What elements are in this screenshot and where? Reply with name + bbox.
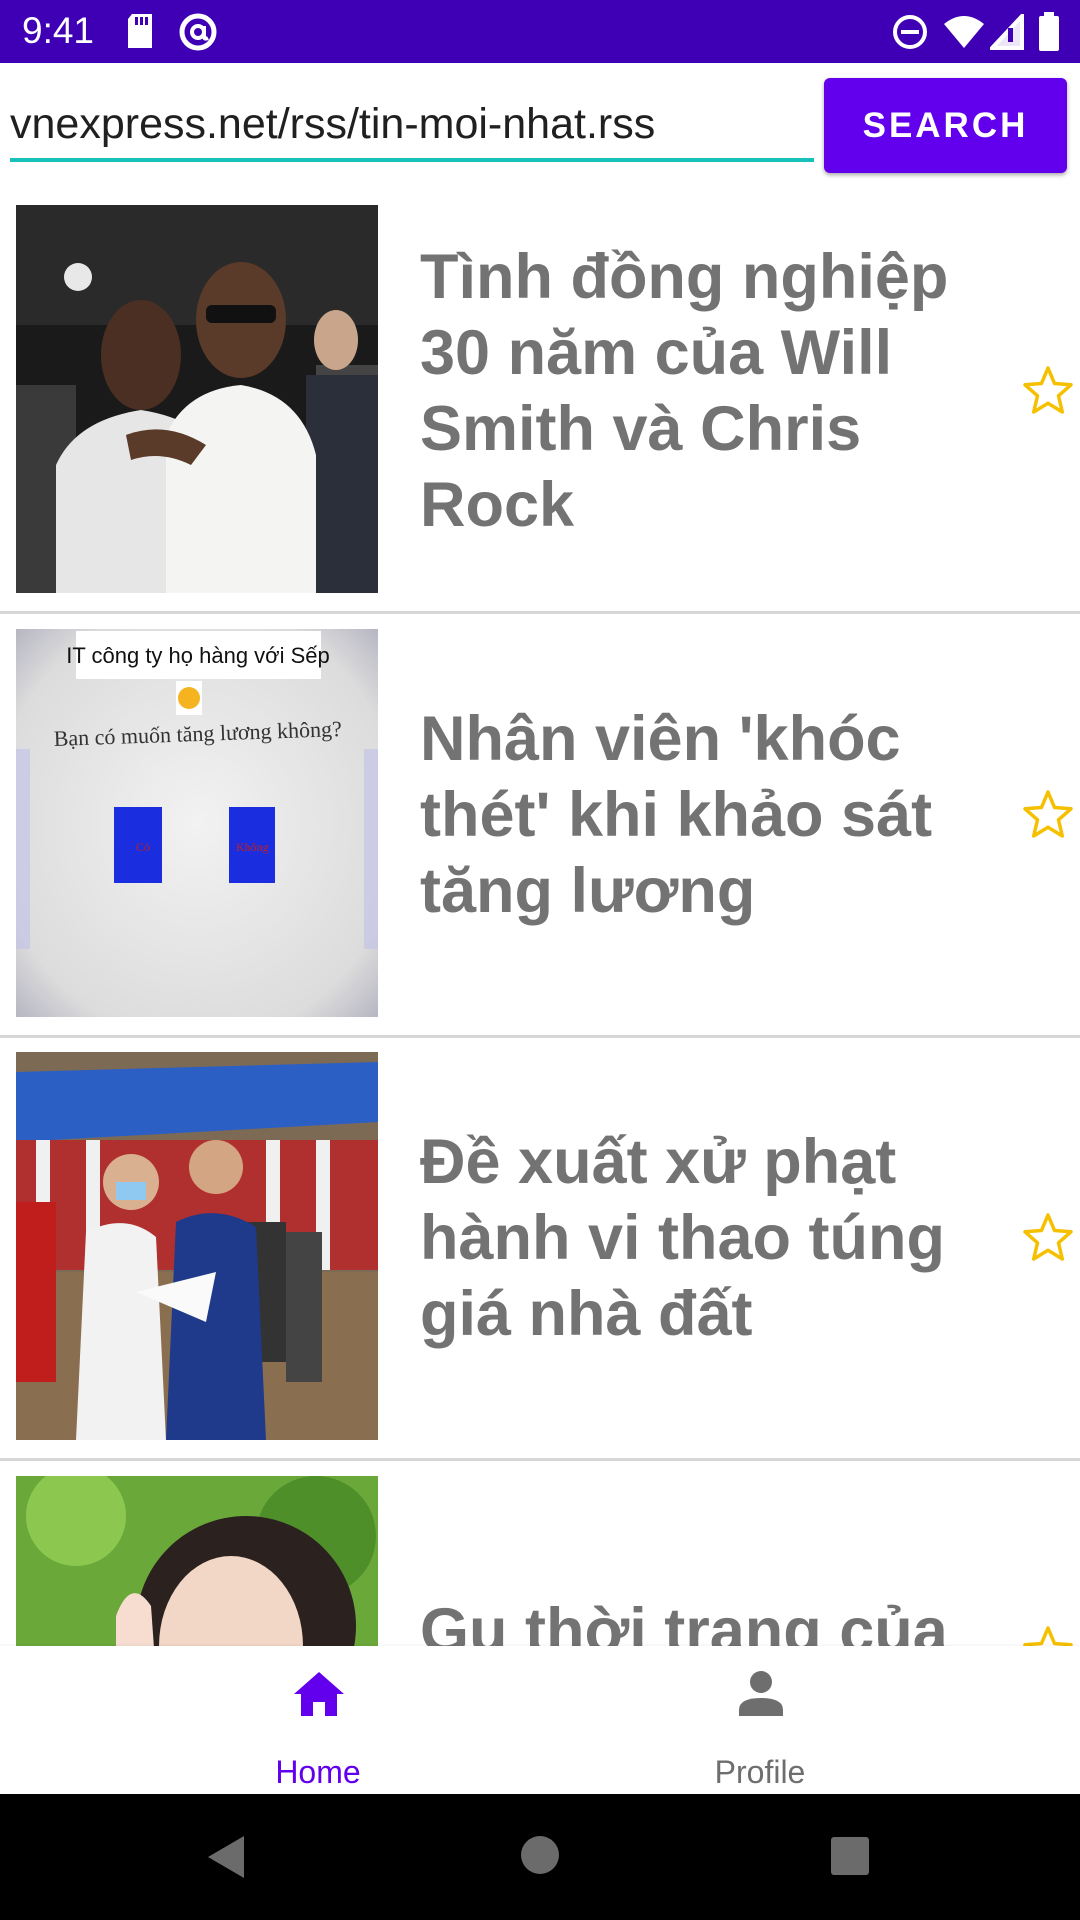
do-not-disturb-icon (892, 14, 928, 54)
thumb-option-yes: Có (136, 840, 150, 854)
news-item[interactable]: IT công ty họ hàng với Sếp Bạn có muốn t… (0, 614, 1080, 1038)
rss-url-input[interactable] (10, 90, 814, 162)
search-button[interactable]: SEARCH (824, 78, 1067, 173)
sd-card-icon (124, 12, 156, 54)
recents-icon[interactable] (830, 1836, 870, 1880)
nav-label-profile: Profile (714, 1754, 806, 1790)
home-circle-icon[interactable] (520, 1835, 560, 1879)
news-list[interactable]: Tình đồng nghiệp 30 năm của Will Smith v… (0, 190, 1080, 1646)
star-icon[interactable] (1020, 1623, 1076, 1646)
at-sign-icon (178, 12, 218, 56)
status-bar: 9:41 (0, 0, 1080, 63)
article-title[interactable]: Tình đồng nghiệp 30 năm của Will Smith v… (420, 239, 1020, 543)
back-icon[interactable] (206, 1834, 246, 1884)
article-thumbnail: IT công ty họ hàng với Sếp Bạn có muốn t… (16, 629, 378, 1017)
article-title[interactable]: Đề xuất xử phạt hành vi thao túng giá nh… (420, 1124, 1020, 1352)
person-icon (739, 1671, 783, 1716)
article-title[interactable]: Gu thời trang của (420, 1593, 1020, 1646)
status-time: 9:41 (22, 10, 95, 51)
article-title[interactable]: Nhân viên 'khóc thét' khi khảo sát tăng … (420, 701, 1020, 929)
home-icon (294, 1672, 344, 1716)
news-item[interactable]: Tình đồng nghiệp 30 năm của Will Smith v… (0, 190, 1080, 614)
battery-icon (1038, 12, 1060, 56)
nav-item-profile[interactable]: Profile (490, 1646, 1030, 1794)
news-item[interactable]: Gu thời trang của (0, 1461, 1080, 1646)
system-navigation-bar (0, 1794, 1080, 1920)
article-thumbnail (16, 1476, 378, 1646)
star-icon[interactable] (1020, 1210, 1076, 1266)
thumb-caption: IT công ty họ hàng với Sếp (66, 643, 330, 668)
wifi-icon (942, 14, 986, 54)
thumb-option-no: Không (236, 840, 269, 854)
star-icon[interactable] (1020, 363, 1076, 419)
article-thumbnail (16, 1052, 378, 1440)
bottom-navigation: Home Profile (0, 1646, 1080, 1794)
cell-signal-icon (987, 10, 1024, 54)
star-icon[interactable] (1020, 787, 1076, 843)
article-thumbnail (16, 205, 378, 593)
news-item[interactable]: Đề xuất xử phạt hành vi thao túng giá nh… (0, 1037, 1080, 1461)
